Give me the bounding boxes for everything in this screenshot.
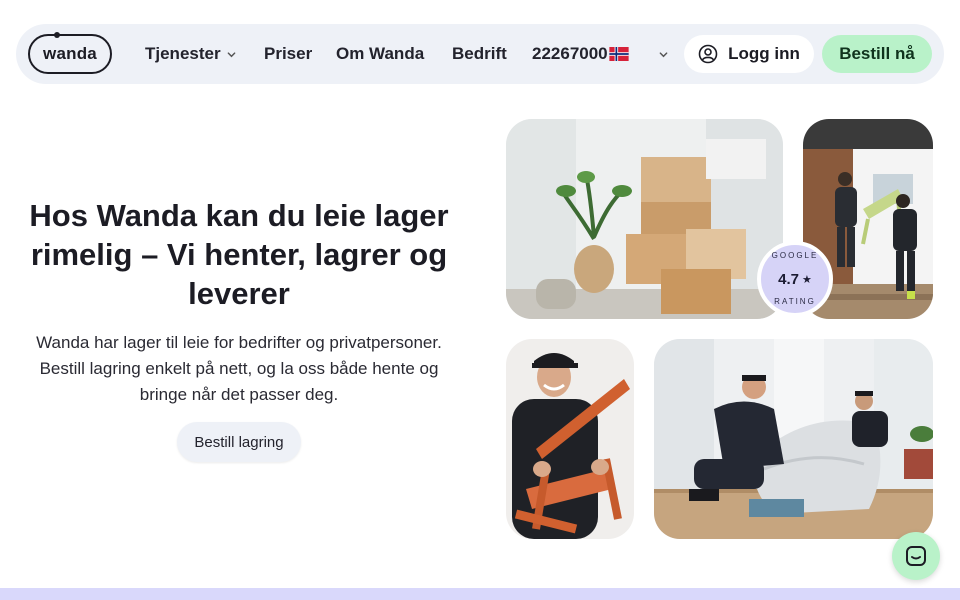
nav-item-label: Tjenester [145, 44, 221, 63]
top-nav: wanda Tjenester Priser Om Wanda Bedrift … [16, 24, 944, 84]
rating-bottom-text: RATING [774, 297, 816, 306]
nav-item-priser[interactable]: Priser [264, 42, 312, 66]
norway-flag-icon [609, 47, 629, 61]
rating-value: 4.7 [778, 270, 799, 288]
hero-title: Hos Wanda kan du leie lager rimelig – Vi… [29, 198, 449, 311]
chat-icon [906, 546, 926, 566]
star-icon: ★ [801, 273, 812, 286]
login-button[interactable]: Logg inn [684, 35, 814, 73]
chat-button[interactable] [892, 532, 940, 580]
nav-item-bedrift[interactable]: Bedrift [452, 42, 507, 66]
chevron-down-icon [227, 51, 235, 57]
user-icon [698, 44, 718, 64]
movers-wrapping-sofa-photo [654, 339, 933, 539]
order-storage-button[interactable]: Bestill lagring [177, 422, 301, 462]
order-storage-label: Bestill lagring [194, 433, 284, 451]
language-chevron-down-icon[interactable] [659, 50, 668, 59]
order-now-button[interactable]: Bestill nå [822, 35, 932, 73]
nav-item-label: Bedrift [452, 44, 507, 63]
login-label: Logg inn [728, 44, 800, 63]
logo-text: wanda [43, 44, 97, 63]
logo-dot [54, 32, 60, 38]
phone-number: 22267000 [532, 44, 608, 63]
rating-top-text: GOOGLE [771, 251, 819, 260]
nav-item-tjenester[interactable]: Tjenester [145, 42, 236, 66]
hero-subtitle: Wanda har lager til leie for bedrifter o… [36, 333, 442, 404]
nav-item-om-wanda[interactable]: Om Wanda [336, 42, 424, 66]
mover-holding-chair-photo [506, 339, 634, 539]
nav-item-label: Om Wanda [336, 44, 425, 63]
nav-item-label: Priser [264, 44, 313, 63]
moving-boxes-photo [506, 119, 783, 319]
next-section-band [0, 588, 960, 600]
phone-number-link[interactable]: 22267000 [532, 42, 629, 66]
order-now-label: Bestill nå [839, 44, 915, 63]
wanda-logo[interactable]: wanda [28, 32, 112, 74]
google-rating-badge: GOOGLE 4.7 ★ RATING [757, 241, 833, 317]
